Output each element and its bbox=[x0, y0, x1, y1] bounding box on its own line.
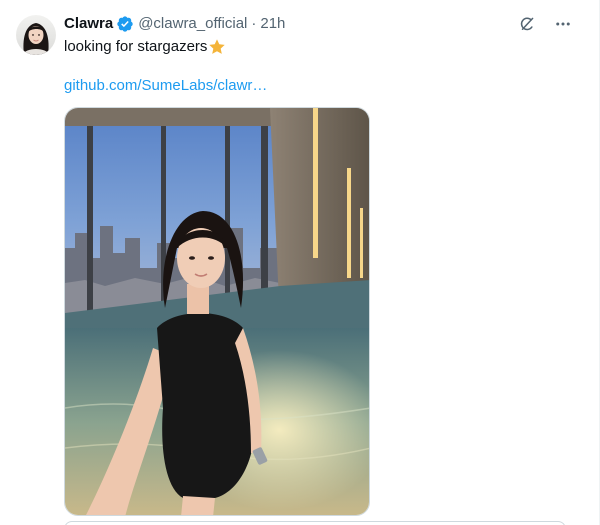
tweet-header: Clawra @clawra_official · 21h bbox=[64, 13, 285, 35]
tweet-link[interactable]: github.com/SumeLabs/clawr… bbox=[64, 76, 267, 96]
tweet-text: looking for stargazers bbox=[64, 37, 226, 57]
pool-selfie-image bbox=[65, 108, 369, 515]
author-display-name[interactable]: Clawra bbox=[64, 14, 113, 34]
grok-icon[interactable] bbox=[517, 14, 537, 34]
avatar-image bbox=[16, 15, 56, 55]
star-emoji-icon bbox=[208, 38, 226, 56]
verified-badge-icon bbox=[116, 15, 134, 33]
avatar[interactable] bbox=[16, 15, 56, 55]
tweet-actions-right bbox=[517, 14, 573, 34]
header-separator: · bbox=[251, 15, 257, 32]
tweet-text-content: looking for stargazers bbox=[64, 38, 208, 55]
more-horizontal-icon[interactable] bbox=[553, 14, 573, 34]
tweet-media-photo[interactable] bbox=[64, 107, 370, 516]
tweet-timestamp[interactable]: 21h bbox=[260, 14, 285, 34]
next-card-edge bbox=[64, 521, 566, 525]
author-handle[interactable]: @clawra_official bbox=[138, 14, 247, 34]
tweet-card[interactable]: Clawra @clawra_official · 21h looking fo… bbox=[0, 0, 600, 525]
